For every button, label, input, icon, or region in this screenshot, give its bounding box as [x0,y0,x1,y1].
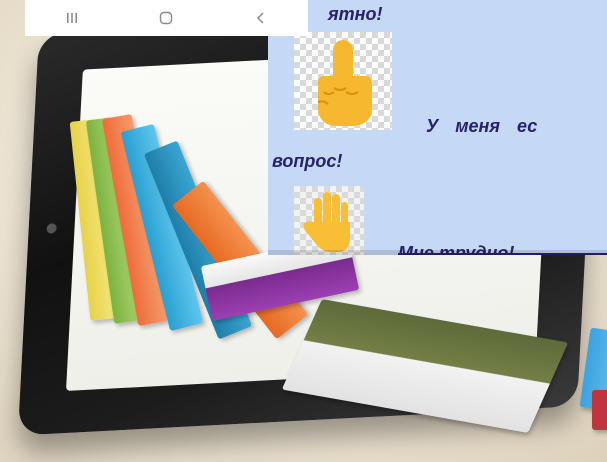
back-icon [255,11,267,25]
question-text-part2: вопрос! [272,151,343,171]
home-icon [159,11,173,25]
question-text-part1: У меня ес [426,116,538,136]
pointing-up-finger-icon [294,32,392,130]
navigation-bar [25,0,308,36]
back-button[interactable] [241,3,281,33]
understand-text: ятно! [328,4,383,24]
card-bottom-edge [268,250,607,255]
recents-button[interactable] [52,3,92,33]
recents-icon [66,12,78,24]
raised-hand-icon [294,186,364,255]
book [592,390,607,430]
home-button[interactable] [146,3,186,33]
tablet-camera [46,223,57,234]
reaction-card: ятно! У меня ес вопрос! Мне трудно! [268,0,607,255]
